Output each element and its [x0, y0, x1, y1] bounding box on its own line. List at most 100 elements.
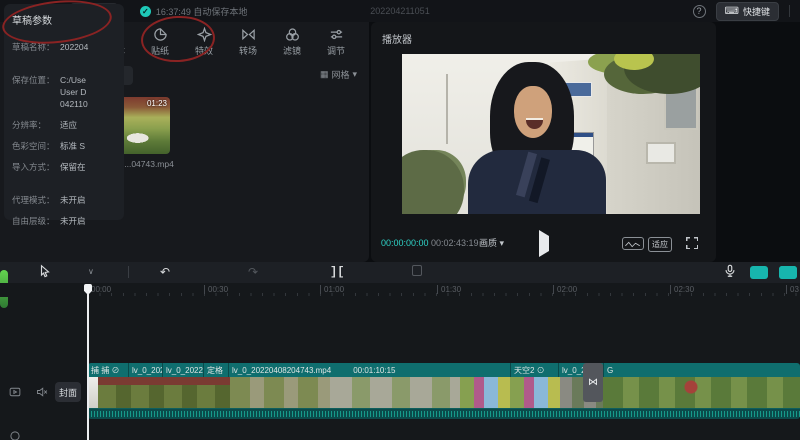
view-toggle-button[interactable]: ▦ 网格 ▾: [320, 68, 357, 81]
split-button[interactable]: ][: [330, 264, 344, 280]
clip-label: lv_0_202: [129, 366, 162, 375]
shortcuts-button[interactable]: ⌨ 快捷键: [716, 2, 779, 21]
clip-label: 捕 捕 ⊘: [88, 365, 119, 376]
draft-row-resolution: 分辨率： 适应: [12, 119, 124, 131]
clip-label: lv_0_202204: [163, 366, 203, 375]
row-value: 适应: [60, 119, 77, 131]
draft-params-card: 草稿参数 草稿名称： 202204 保存位置： C:/Use User D 04…: [4, 4, 124, 220]
delete-icon: [412, 265, 422, 276]
toolbar-divider: [128, 266, 129, 278]
timeline-clip[interactable]: lv_0_20220408204743.mp4 00:01:10:15: [228, 363, 510, 377]
tool-chevron-button[interactable]: ∨: [88, 264, 94, 280]
row-label: 保存位置：: [12, 74, 60, 110]
clip-duration: 01:23: [147, 99, 167, 108]
row-value: 202204: [60, 41, 88, 53]
draft-row-import: 导入方式： 保留在: [12, 161, 124, 173]
draft-row-name: 草稿名称： 202204: [12, 41, 124, 53]
mute-track-icon[interactable]: [36, 386, 48, 401]
player-title: 播放器: [382, 31, 412, 46]
row-label: 分辨率：: [12, 119, 60, 131]
filmstrip-frame: [330, 377, 460, 408]
transition-handle[interactable]: ⋈: [583, 363, 603, 402]
clip-label: 天空2 ⊙: [511, 365, 545, 376]
quality-label: 画质: [479, 238, 497, 248]
caret-down-icon: ▾: [500, 238, 505, 248]
cursor-icon: [38, 264, 52, 278]
ruler-tick: 01:30: [437, 285, 461, 294]
effects-star-icon: [197, 27, 212, 42]
fullscreen-icon[interactable]: [686, 237, 698, 249]
row-label: 代理模式：: [12, 194, 60, 206]
tab-sticker[interactable]: 贴纸: [138, 27, 182, 57]
waveform-preview-button[interactable]: [622, 237, 644, 250]
redo-button[interactable]: ↷: [248, 264, 258, 280]
clip-label: lv_0_20: [559, 366, 583, 375]
pole-shape: [446, 74, 448, 144]
draft-row-freelayer: 自由层级： 未开启: [12, 215, 124, 227]
row-label: 导入方式：: [12, 161, 60, 173]
tab-label: 贴纸: [151, 44, 169, 57]
fit-button[interactable]: 适应: [648, 237, 672, 252]
titlebar-divider: [789, 5, 790, 17]
link-clips-icon[interactable]: [779, 266, 797, 279]
undo-button[interactable]: ↶: [160, 264, 170, 280]
tab-adjust[interactable]: 调节: [314, 27, 358, 57]
main-video-track[interactable]: 捕 捕 ⊘ lv_0_202 lv_0_202204 定格 lv_0_20220…: [88, 363, 800, 420]
row-value: 未开启: [60, 215, 86, 227]
record-voiceover-button[interactable]: [723, 264, 737, 282]
draft-row-proxy: 代理模式： 未开启: [12, 194, 124, 206]
timeline-clip[interactable]: 天空2 ⊙: [510, 363, 558, 377]
split-icon: ][: [330, 265, 344, 279]
waveform-icon: [623, 239, 643, 250]
adjust-sliders-icon: [329, 27, 344, 42]
total-timecode: 00:02:43:19: [431, 238, 479, 248]
timeline-ruler[interactable]: 00:00 00:30 01:00 01:30 02:00 02:30 03: [0, 283, 800, 297]
timeline-clip[interactable]: 捕 捕 ⊘: [88, 363, 128, 377]
current-timecode: 00:00:00:00: [381, 238, 429, 248]
quality-dropdown[interactable]: 画质 ▾: [479, 236, 504, 249]
path-line: 042110: [60, 98, 88, 110]
sticker-icon: [153, 27, 168, 42]
caret-down-icon: ▾: [352, 69, 357, 80]
clip-label: 定格: [204, 365, 223, 376]
tab-label: 滤镜: [283, 44, 301, 57]
tab-transition[interactable]: 转场: [226, 27, 270, 57]
timeline-clip[interactable]: G: [603, 363, 800, 377]
video-preview[interactable]: [402, 54, 700, 214]
view-toggle-label: 网格: [331, 68, 349, 81]
undo-icon: ↶: [160, 265, 170, 279]
draft-row-location: 保存位置： C:/Use User D 042110: [12, 74, 124, 110]
microphone-icon: [723, 264, 737, 278]
loop-icon[interactable]: [9, 430, 21, 440]
delete-button[interactable]: [412, 264, 422, 280]
smart-tools-icon[interactable]: [750, 266, 768, 279]
cover-button[interactable]: 封面: [55, 382, 81, 402]
tab-label: 调节: [327, 44, 345, 57]
tab-effects[interactable]: 特效: [182, 27, 226, 57]
video-track-icon[interactable]: [9, 386, 21, 401]
filmstrip: [88, 377, 800, 408]
clip-label: lv_0_20220408204743.mp4: [229, 366, 331, 375]
timeline-clip[interactable]: lv_0_202204: [162, 363, 203, 377]
playhead-line: [87, 293, 89, 440]
tab-filter[interactable]: 滤镜: [270, 27, 314, 57]
row-label: 草稿名称：: [12, 41, 60, 53]
timeline-clip[interactable]: lv_0_20: [558, 363, 583, 377]
check-circle-icon: ✓: [140, 6, 151, 17]
play-button[interactable]: [537, 236, 551, 250]
ruler-tick: 00:30: [204, 285, 228, 294]
player-panel: 播放器 00:00:00:00 00:02:43:19 画质 ▾ 适应: [371, 22, 716, 262]
row-label: 色彩空间：: [12, 140, 60, 152]
person-face-shape: [514, 86, 552, 138]
filmstrip-frame: [98, 377, 230, 408]
help-button[interactable]: ?: [693, 5, 706, 18]
grid-icon: ▦: [320, 69, 329, 80]
row-label: 自由层级：: [12, 215, 60, 227]
filmstrip-frame: [88, 377, 98, 408]
timeline-toolbar: ∨ ↶ ↷ ][: [0, 262, 800, 283]
select-tool-button[interactable]: [38, 264, 52, 282]
timeline-clip[interactable]: 定格: [203, 363, 228, 377]
ruler-tick: 01:00: [320, 285, 344, 294]
timeline-clip[interactable]: lv_0_202: [128, 363, 162, 377]
audio-waveform-band[interactable]: [88, 408, 800, 419]
